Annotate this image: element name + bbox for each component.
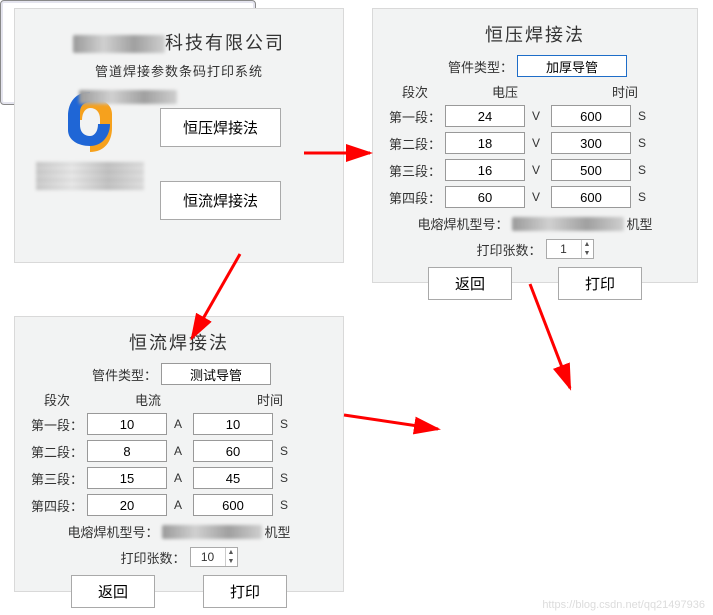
copies-label: 打印张数： [120,548,185,567]
print-button[interactable]: 打印 [203,575,287,608]
stage-time-input[interactable] [193,440,273,462]
stage-row: 第三段： V S [385,159,685,181]
back-button[interactable]: 返回 [428,267,512,300]
blurred-company-prefix [73,35,165,53]
machine-model-label: 电熔焊机型号： [417,214,508,233]
unit-label: S [635,190,653,204]
unit-label: S [635,109,653,123]
stage-mid-input[interactable] [445,159,525,181]
stage-mid-input[interactable] [445,186,525,208]
stage-time-input[interactable] [193,413,273,435]
voltage-title: 恒压焊接法 [385,21,685,47]
stage-mid-input[interactable] [87,413,167,435]
stage-time-input[interactable] [551,186,631,208]
stage-time-input[interactable] [551,105,631,127]
stage-label: 第四段： [385,188,441,207]
machine-model-label: 电熔焊机型号： [67,522,158,541]
pipe-type-label: 管件类型： [443,57,513,76]
spin-up-icon: ▲ [226,548,237,557]
stage-time-input[interactable] [551,132,631,154]
spin-up-icon: ▲ [582,240,593,249]
pipe-type-input[interactable] [161,363,271,385]
copies-spinner[interactable]: 1 ▲▼ [546,239,594,259]
unit-label: S [277,498,295,512]
stage-row: 第四段： V S [385,186,685,208]
unit-label: A [171,471,189,485]
machine-model-suffix: 机型 [265,522,291,541]
constant-voltage-panel: 恒压焊接法 管件类型： 段次 电压 时间 第一段：VS第二段：VS第三段：VS第… [372,8,698,283]
stage-time-input[interactable] [193,494,273,516]
stage-label: 第一段： [27,415,83,434]
unit-label: V [529,136,547,150]
unit-label: S [277,444,295,458]
constant-current-button[interactable]: 恒流焊接法 [160,181,281,220]
unit-label: S [635,163,653,177]
stage-label: 第二段： [385,134,441,153]
main-title-suffix: 科技有限公司 [165,33,285,53]
pipe-type-input[interactable] [517,55,627,77]
stage-mid-input[interactable] [87,440,167,462]
stage-mid-input[interactable] [445,132,525,154]
current-title: 恒流焊接法 [27,329,331,355]
blurred-product-name [36,162,144,190]
stage-label: 第一段： [385,107,441,126]
stage-row: 第二段： A S [27,440,331,462]
stage-label: 第二段： [27,442,83,461]
unit-label: S [277,417,295,431]
watermark: https://blog.csdn.net/qq21497936 [542,599,705,611]
blurred-barcode-model [79,90,177,104]
pipe-type-label: 管件类型： [87,365,157,384]
stage-row: 第一段： V S [385,105,685,127]
unit-label: S [635,136,653,150]
stage-row: 第一段： A S [27,413,331,435]
spin-down-icon: ▼ [582,249,593,258]
stage-label: 第三段： [27,469,83,488]
stage-time-input[interactable] [551,159,631,181]
blurred-model-value [162,525,262,539]
voltage-table-header: 段次 电压 时间 [385,82,685,101]
unit-label: A [171,498,189,512]
stage-row: 第二段： V S [385,132,685,154]
unit-label: V [529,163,547,177]
main-menu-panel: 科技有限公司 管道焊接参数条码打印系统 恒压焊接法 恒流焊接法 [14,8,344,263]
spin-down-icon: ▼ [226,557,237,566]
constant-voltage-button[interactable]: 恒压焊接法 [160,108,281,147]
stage-mid-input[interactable] [445,105,525,127]
back-button[interactable]: 返回 [71,575,155,608]
unit-label: S [277,471,295,485]
arrow-current-to-barcode [340,395,450,445]
unit-label: A [171,444,189,458]
unit-label: V [529,190,547,204]
constant-current-panel: 恒流焊接法 管件类型： 段次 电流 时间 第一段：AS第二段：AS第三段：AS第… [14,316,344,592]
main-subtitle: 管道焊接参数条码打印系统 [27,61,331,80]
copies-label: 打印张数： [476,240,541,259]
unit-label: V [529,109,547,123]
current-table-header: 段次 电流 时间 [27,390,331,409]
stage-mid-input[interactable] [87,467,167,489]
unit-label: A [171,417,189,431]
stage-mid-input[interactable] [87,494,167,516]
print-button[interactable]: 打印 [558,267,642,300]
stage-label: 第四段： [27,496,83,515]
stage-label: 第三段： [385,161,441,180]
blurred-model-value [512,217,624,231]
copies-spinner[interactable]: 10 ▲▼ [190,547,238,567]
stage-time-input[interactable] [193,467,273,489]
main-title: 科技有限公司 [27,29,331,55]
stage-row: 第三段： A S [27,467,331,489]
stage-row: 第四段： A S [27,494,331,516]
machine-model-suffix: 机型 [627,214,653,233]
